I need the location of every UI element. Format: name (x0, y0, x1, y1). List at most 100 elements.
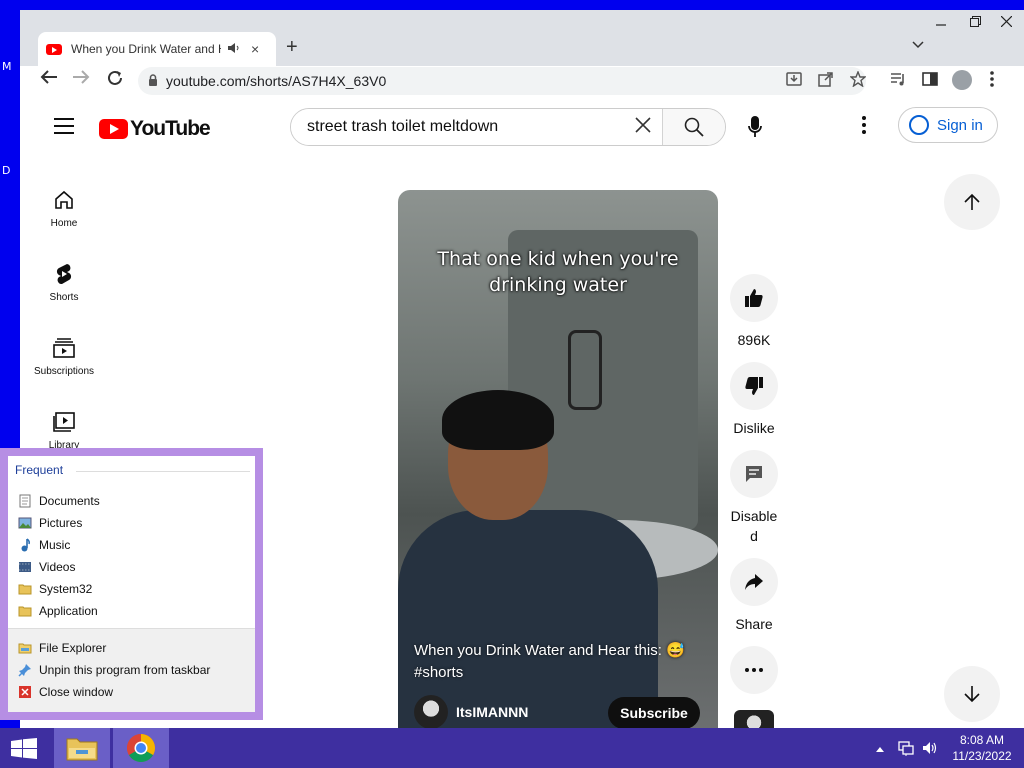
more-actions-button[interactable] (728, 646, 780, 694)
short-title[interactable]: When you Drink Water and Hear this: 😅 #s… (414, 640, 704, 684)
guide-item-library[interactable]: Library (20, 410, 108, 451)
video-frame-bottle (568, 330, 602, 410)
clear-search-icon[interactable] (635, 117, 651, 138)
channel-thumbnail[interactable] (734, 710, 774, 728)
channel-avatar[interactable] (414, 695, 448, 728)
video-frame-person-hair (442, 390, 554, 450)
guide-label: Shorts (49, 292, 79, 303)
volume-icon[interactable] (922, 740, 938, 759)
browser-tab[interactable]: When you Drink Water and Hear this: × (38, 32, 276, 66)
jump-item-label: Unpin this program from taskbar (39, 663, 211, 677)
share-arrow-icon (730, 558, 778, 606)
share-page-icon[interactable] (818, 71, 834, 91)
voice-search-button[interactable] (736, 108, 774, 146)
file-explorer-icon (18, 643, 32, 654)
like-button[interactable]: 896K (728, 274, 780, 350)
dislike-label: Dislike (733, 420, 775, 436)
jump-item-pictures[interactable]: Pictures (18, 514, 82, 532)
jump-item-label: File Explorer (39, 641, 107, 655)
comments-button[interactable]: Disabled (728, 450, 780, 546)
search-input[interactable] (291, 109, 664, 145)
guide-item-home[interactable]: Home (20, 188, 108, 229)
speaker-icon[interactable] (227, 42, 241, 57)
forward-icon[interactable] (72, 69, 90, 90)
restore-button[interactable] (958, 10, 992, 32)
taskbar-jump-list: Frequent Documents Pictures Music Videos… (0, 448, 263, 720)
chrome-menu-icon[interactable] (990, 71, 994, 91)
arrow-up-icon (964, 193, 980, 210)
jump-task-file-explorer[interactable]: File Explorer (18, 639, 106, 657)
documents-icon (19, 494, 31, 508)
guide-label: Subscriptions (33, 366, 95, 377)
videos-icon (19, 562, 31, 572)
settings-kebab-icon[interactable] (862, 116, 866, 140)
address-bar[interactable]: youtube.com/shorts/AS7H4X_63V0 (138, 67, 866, 95)
jump-task-unpin[interactable]: Unpin this program from taskbar (18, 661, 210, 679)
subscribe-button[interactable]: Subscribe (608, 697, 700, 728)
file-explorer-taskbar-button[interactable] (54, 728, 110, 768)
profile-avatar-icon[interactable] (952, 70, 972, 90)
sign-in-button[interactable]: Sign in (898, 107, 998, 143)
jump-item-system32[interactable]: System32 (18, 580, 92, 598)
thumbs-down-icon (730, 362, 778, 410)
tab-search-icon[interactable] (912, 38, 924, 52)
youtube-favicon-icon (46, 43, 62, 55)
bookmark-star-icon[interactable] (849, 70, 867, 91)
jump-item-videos[interactable]: Videos (18, 558, 75, 576)
jump-list-tasks: File Explorer Unpin this program from ta… (8, 628, 255, 712)
desktop-icon-label: M (2, 60, 12, 73)
search-icon (684, 117, 704, 137)
jump-item-application[interactable]: Application (18, 602, 98, 620)
jump-item-label: Application (39, 604, 98, 618)
tab-strip: When you Drink Water and Hear this: × + (20, 32, 1024, 66)
next-short-button[interactable] (944, 666, 1000, 722)
close-window-icon (19, 686, 31, 698)
show-hidden-icons-icon[interactable] (876, 741, 884, 755)
search-button[interactable] (662, 109, 725, 145)
dislike-button[interactable]: Dislike (728, 362, 780, 438)
browser-toolbar: youtube.com/shorts/AS7H4X_63V0 (20, 66, 1024, 96)
back-icon[interactable] (40, 69, 58, 90)
clock-time: 8:08 AM (959, 733, 1005, 747)
install-app-icon[interactable] (786, 71, 802, 91)
like-count: 896K (737, 332, 771, 348)
guide-item-subscriptions[interactable]: Subscriptions (20, 336, 108, 377)
jump-item-label: Music (39, 538, 71, 552)
jump-item-documents[interactable]: Documents (18, 492, 100, 510)
url-text: youtube.com/shorts/AS7H4X_63V0 (166, 73, 387, 89)
jump-item-label: Videos (39, 560, 76, 574)
jump-list-heading: Frequent (15, 463, 64, 477)
windows-start-icon[interactable] (11, 738, 37, 759)
tab-close-button[interactable]: × (251, 41, 259, 57)
network-icon[interactable] (898, 740, 914, 759)
share-button[interactable]: Share (728, 558, 780, 634)
tab-title: When you Drink Water and Hear this: (71, 42, 221, 56)
music-icon (21, 538, 30, 552)
side-panel-icon[interactable] (922, 71, 938, 91)
shorts-icon (20, 262, 108, 286)
close-window-button[interactable] (988, 10, 1024, 32)
jump-item-music[interactable]: Music (18, 536, 70, 554)
shorts-video-player[interactable]: That one kid when you're drinking water … (398, 190, 718, 728)
channel-name[interactable]: ItsIMANNN (456, 704, 528, 720)
guide-item-shorts[interactable]: Shorts (20, 262, 108, 303)
reload-icon[interactable] (106, 69, 124, 92)
file-explorer-icon (66, 738, 98, 761)
account-icon (909, 115, 929, 135)
microphone-icon (748, 116, 762, 137)
share-label: Share (735, 616, 773, 632)
jump-task-close-window[interactable]: Close window (18, 683, 113, 701)
channel-info[interactable]: ItsIMANNN (414, 695, 528, 728)
previous-short-button[interactable] (944, 174, 1000, 230)
menu-hamburger-icon[interactable] (54, 118, 74, 139)
youtube-logo[interactable]: YouTube (99, 117, 211, 141)
media-control-icon[interactable] (890, 71, 906, 91)
chrome-taskbar-button[interactable] (113, 728, 169, 768)
new-tab-button[interactable]: + (286, 36, 298, 59)
jump-item-label: Documents (39, 494, 100, 508)
minimize-button[interactable] (924, 10, 958, 32)
jump-item-label: Close window (39, 685, 114, 699)
taskbar-clock[interactable]: 8:08 AM 11/23/2022 (942, 732, 1022, 764)
jump-item-label: Pictures (39, 516, 83, 530)
lock-icon[interactable] (148, 73, 158, 89)
